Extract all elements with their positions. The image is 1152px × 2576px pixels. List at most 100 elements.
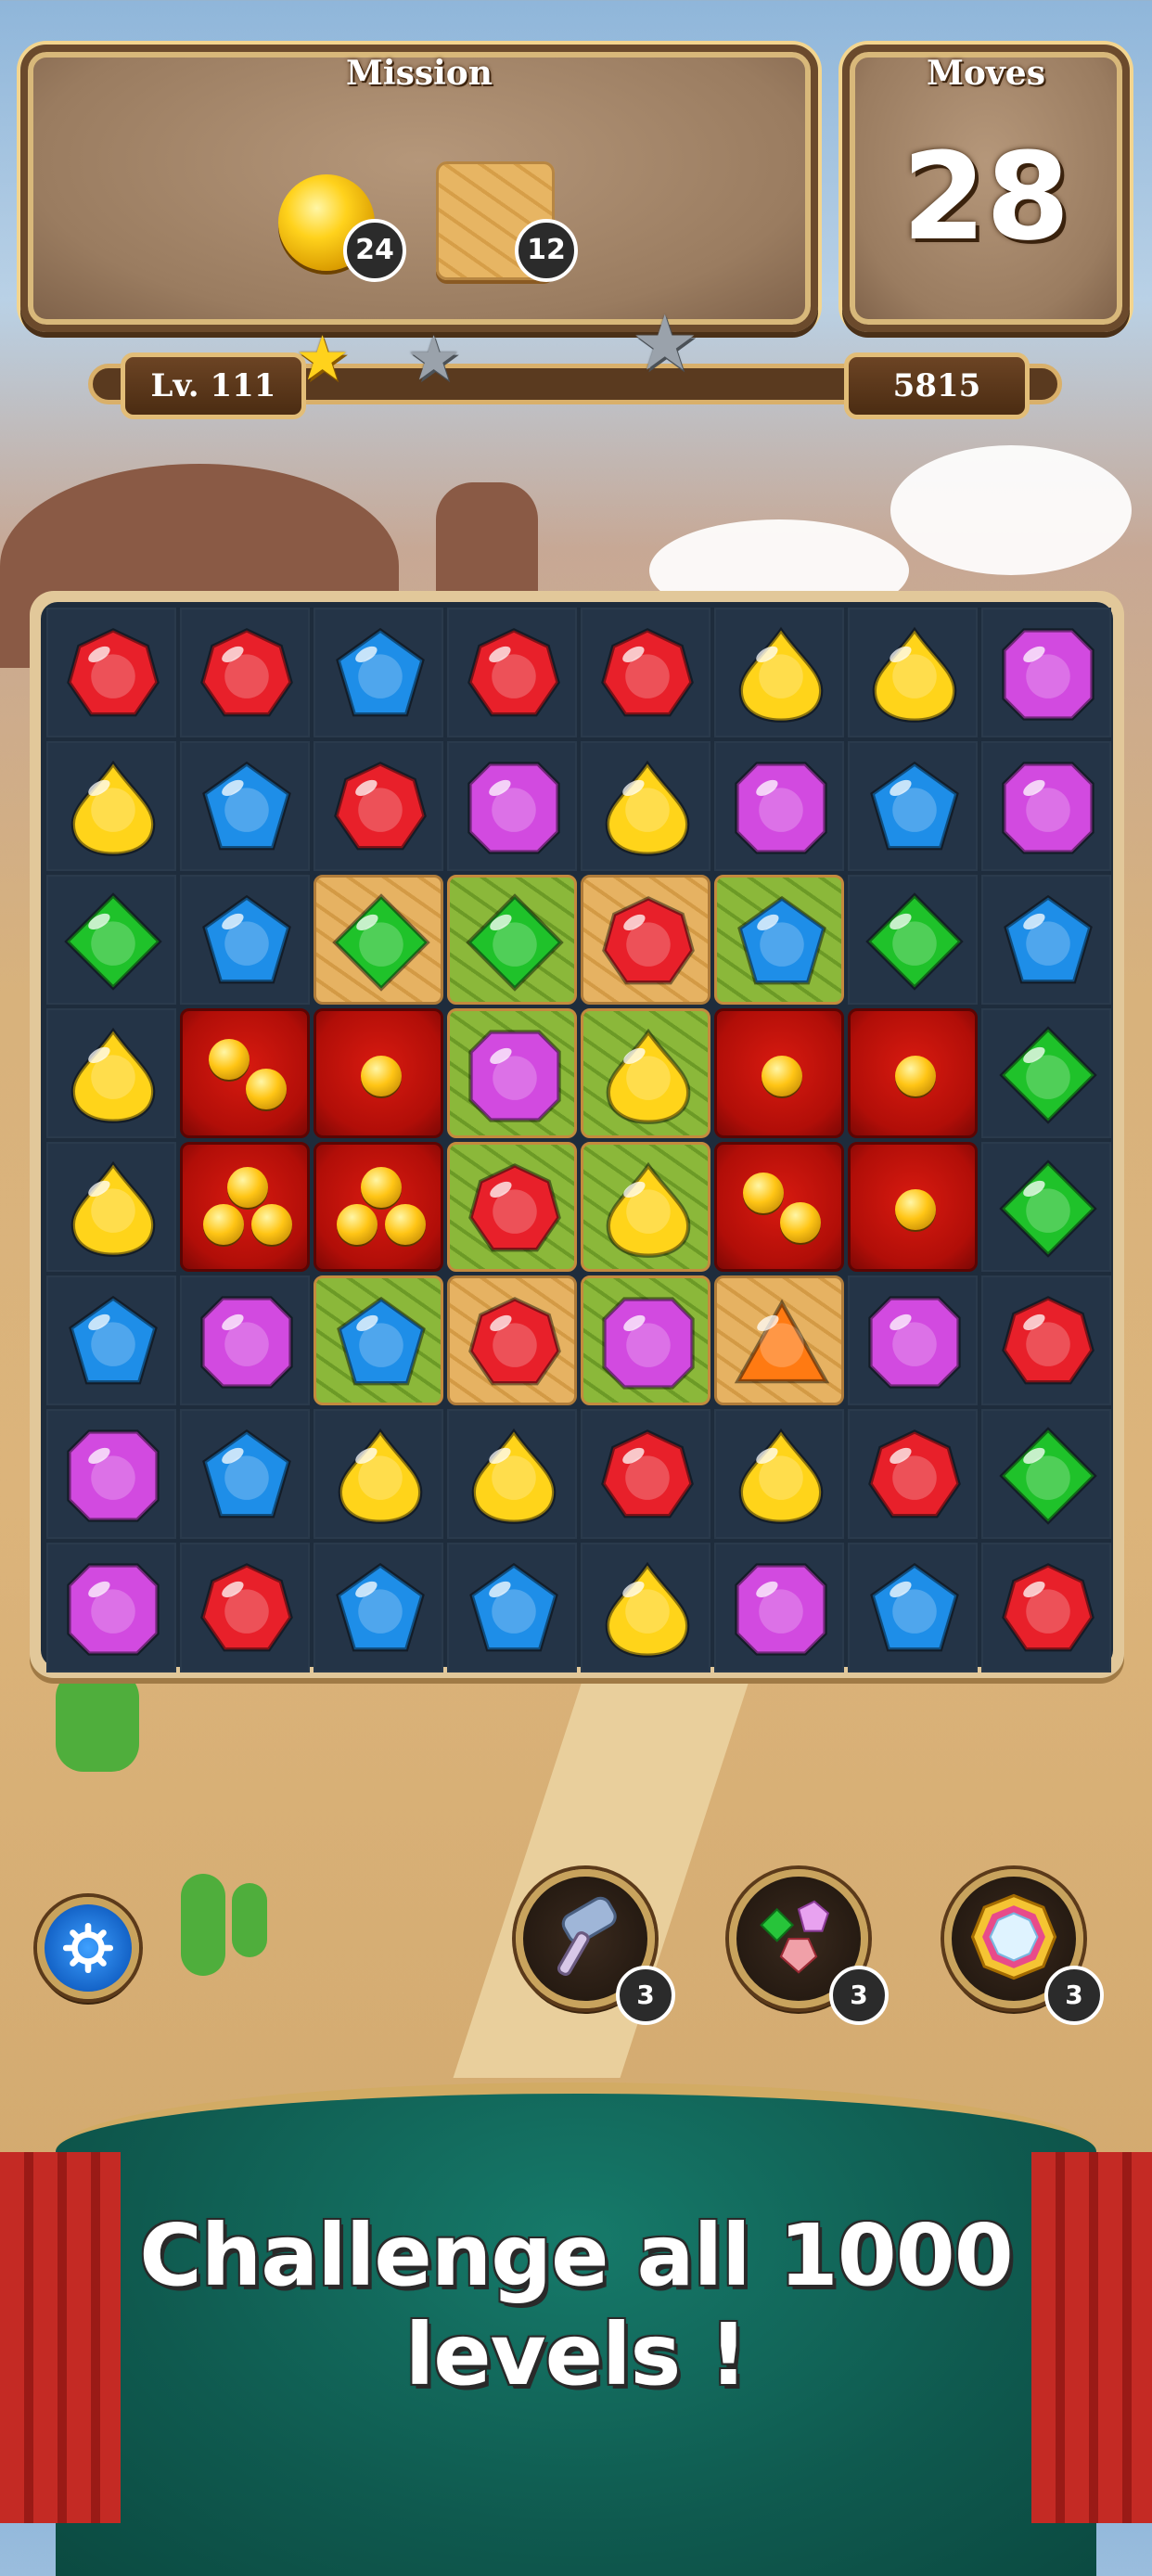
blue-gem-icon <box>732 892 832 993</box>
board-cell[interactable] <box>447 875 577 1005</box>
board-cell[interactable] <box>848 1409 978 1539</box>
board-cell[interactable] <box>848 1275 978 1405</box>
blue-gem-icon <box>330 1559 430 1660</box>
board-cell[interactable] <box>180 1543 310 1672</box>
gold-ball-icon <box>361 1056 402 1096</box>
color-swap-booster-button[interactable]: 3 <box>729 1869 889 2025</box>
board-cell[interactable] <box>581 1275 710 1405</box>
board-cell[interactable] <box>314 1275 443 1405</box>
red-gem-icon <box>197 1559 297 1660</box>
yellow-gem-icon <box>63 1159 163 1259</box>
board-cell[interactable] <box>314 1543 443 1672</box>
blue-gem-icon <box>998 891 1098 992</box>
board-cell[interactable] <box>581 608 710 737</box>
green-gem-icon <box>998 1025 1098 1125</box>
board-cell[interactable] <box>714 1008 844 1138</box>
board-cell[interactable] <box>981 1543 1111 1672</box>
gold-ball-icon <box>895 1189 936 1230</box>
board-cell[interactable] <box>180 608 310 737</box>
board-cell[interactable] <box>46 1008 176 1138</box>
board-cell[interactable] <box>180 1409 310 1539</box>
board-cell[interactable] <box>180 875 310 1005</box>
board-cell[interactable] <box>314 875 443 1005</box>
board-cell[interactable] <box>447 741 577 871</box>
board-cell[interactable] <box>46 1543 176 1672</box>
board-cell[interactable] <box>581 1409 710 1539</box>
board-cell[interactable] <box>848 1543 978 1672</box>
hammer-booster-count: 3 <box>616 1966 675 2025</box>
board-cell[interactable] <box>848 875 978 1005</box>
board-cell[interactable] <box>46 1275 176 1405</box>
purple-gem-icon <box>864 1292 965 1392</box>
yellow-gem-icon <box>598 1026 698 1126</box>
board-cell[interactable] <box>714 741 844 871</box>
board-cell[interactable] <box>714 1543 844 1672</box>
board-cell[interactable] <box>180 1275 310 1405</box>
board-cell[interactable] <box>981 1142 1111 1272</box>
board-cell[interactable] <box>314 1409 443 1539</box>
blue-gem-icon <box>330 624 430 724</box>
board-cell[interactable] <box>714 875 844 1005</box>
board-cell[interactable] <box>581 741 710 871</box>
board-cell[interactable] <box>981 741 1111 871</box>
board-cell[interactable] <box>581 1142 710 1272</box>
red-gem-icon <box>864 1426 965 1526</box>
red-gem-icon <box>464 624 564 724</box>
board-cell[interactable] <box>848 1008 978 1138</box>
board-cell[interactable] <box>581 1543 710 1672</box>
green-gem-icon <box>465 892 565 993</box>
board-cell[interactable] <box>714 1142 844 1272</box>
board-cell[interactable] <box>46 1409 176 1539</box>
board-cell[interactable] <box>46 608 176 737</box>
purple-gem-icon <box>998 758 1098 858</box>
rainbow-gem-booster-button[interactable]: 3 <box>944 1869 1104 2025</box>
blue-gem-icon <box>331 1293 431 1393</box>
board-cell[interactable] <box>46 741 176 871</box>
board-cell[interactable] <box>180 1142 310 1272</box>
board-cell[interactable] <box>314 1142 443 1272</box>
board-cell[interactable] <box>46 875 176 1005</box>
yellow-gem-icon <box>330 1426 430 1526</box>
board-cell[interactable] <box>848 741 978 871</box>
board-cell[interactable] <box>714 1275 844 1405</box>
rainbow-gem-icon <box>970 1893 1057 1980</box>
board-cell[interactable] <box>714 1409 844 1539</box>
gold-ball-icon <box>780 1202 821 1243</box>
board-cell[interactable] <box>581 875 710 1005</box>
board-cell[interactable] <box>848 608 978 737</box>
board-cell[interactable] <box>180 741 310 871</box>
board-cell[interactable] <box>314 608 443 737</box>
board-cell[interactable] <box>981 608 1111 737</box>
board-cell[interactable] <box>981 1409 1111 1539</box>
yellow-gem-icon <box>864 624 965 724</box>
board-cell[interactable] <box>447 1409 577 1539</box>
board-cell[interactable] <box>848 1142 978 1272</box>
board-cell[interactable] <box>447 1142 577 1272</box>
board-grid <box>41 602 1113 1672</box>
board-cell[interactable] <box>714 608 844 737</box>
settings-button[interactable] <box>37 1897 139 1999</box>
board-cell[interactable] <box>314 1008 443 1138</box>
yellow-gem-icon <box>731 624 831 724</box>
goal-count-tiles: 12 <box>515 219 578 282</box>
promo-banner-text: Challenge all 1000 levels ! <box>139 2206 1014 2404</box>
moves-title: Moves <box>927 54 1045 93</box>
board-cell[interactable] <box>46 1142 176 1272</box>
board-cell[interactable] <box>447 1543 577 1672</box>
board-cell[interactable] <box>447 1275 577 1405</box>
board-cell[interactable] <box>447 608 577 737</box>
board-cell[interactable] <box>981 1008 1111 1138</box>
board-cell[interactable] <box>981 1275 1111 1405</box>
blue-gem-icon <box>197 758 297 858</box>
level-label: Lv. 111 <box>121 352 306 419</box>
gold-ball-icon <box>895 1056 936 1096</box>
purple-gem-icon <box>731 1559 831 1660</box>
hammer-booster-button[interactable]: 3 <box>516 1869 675 2025</box>
board-cell[interactable] <box>180 1008 310 1138</box>
board-cell[interactable] <box>981 875 1111 1005</box>
green-gem-icon <box>864 891 965 992</box>
purple-gem-icon <box>598 1293 698 1393</box>
board-cell[interactable] <box>314 741 443 871</box>
board-cell[interactable] <box>447 1008 577 1138</box>
board-cell[interactable] <box>581 1008 710 1138</box>
